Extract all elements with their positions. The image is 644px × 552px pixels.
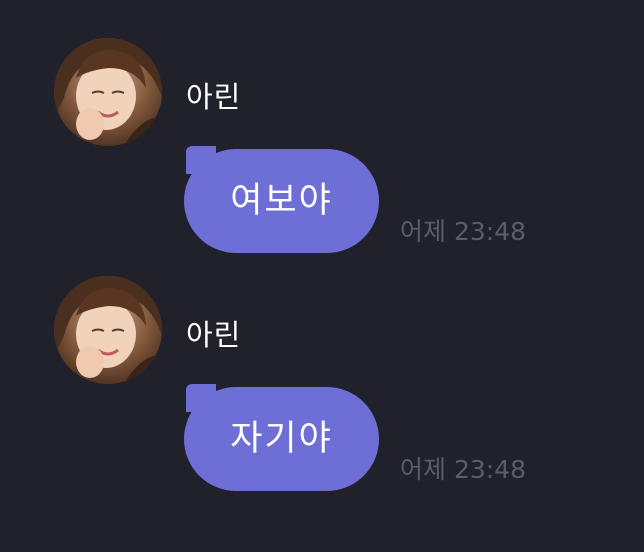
message-text: 자기야 bbox=[230, 419, 333, 459]
message-group: 아린 자기야 어제 23:48 bbox=[0, 238, 644, 491]
message-bubble[interactable]: 자기야 bbox=[184, 387, 379, 491]
sender-avatar[interactable] bbox=[54, 276, 162, 384]
message-timestamp: 어제 23:48 bbox=[400, 455, 526, 484]
sender-name: 아린 bbox=[186, 80, 242, 114]
avatar-photo-icon bbox=[54, 276, 162, 384]
message-text: 여보야 bbox=[230, 181, 333, 221]
chat-conversation: 아린 여보야 어제 23:48 아린 자기야 어제 23:48 bbox=[0, 0, 644, 552]
sender-name: 아린 bbox=[186, 318, 242, 352]
avatar-photo-icon bbox=[54, 38, 162, 146]
sender-avatar[interactable] bbox=[54, 38, 162, 146]
message-group: 아린 여보야 어제 23:48 bbox=[0, 0, 644, 253]
